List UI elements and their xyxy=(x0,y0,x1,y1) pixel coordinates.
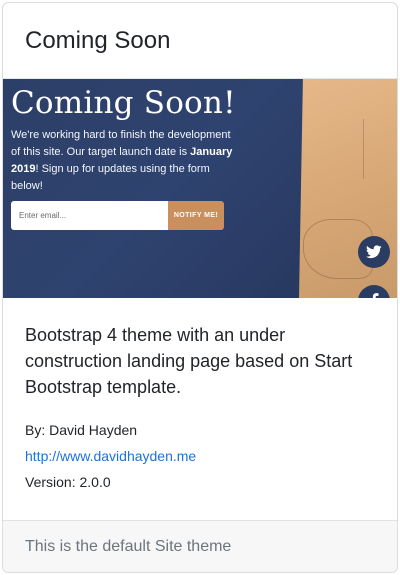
card-footer: This is the default Site theme xyxy=(3,520,397,572)
card-body: Bootstrap 4 theme with an under construc… xyxy=(3,298,397,492)
theme-preview-image: Coming Soon! We're working hard to finis… xyxy=(3,79,397,298)
card-title: Coming Soon xyxy=(3,3,397,79)
preview-heading: Coming Soon! xyxy=(11,85,236,121)
preview-desc-text-2: ! Sign up for updates using the form bel… xyxy=(11,163,210,192)
theme-description: Bootstrap 4 theme with an under construc… xyxy=(25,325,353,397)
theme-author: By: David Hayden xyxy=(25,422,138,438)
twitter-icon xyxy=(358,236,390,268)
theme-version: Version: 2.0.0 xyxy=(25,474,111,490)
theme-card: Coming Soon Coming Soon! We're working h… xyxy=(2,2,398,573)
preview-description: We're working hard to finish the develop… xyxy=(11,127,236,195)
preview-email-input: Enter email... xyxy=(11,201,168,230)
preview-sketch-line xyxy=(363,119,383,179)
preview-notify-button: NOTIFY ME! xyxy=(168,201,224,230)
author-website-link[interactable]: http://www.davidhayden.me xyxy=(25,446,375,466)
